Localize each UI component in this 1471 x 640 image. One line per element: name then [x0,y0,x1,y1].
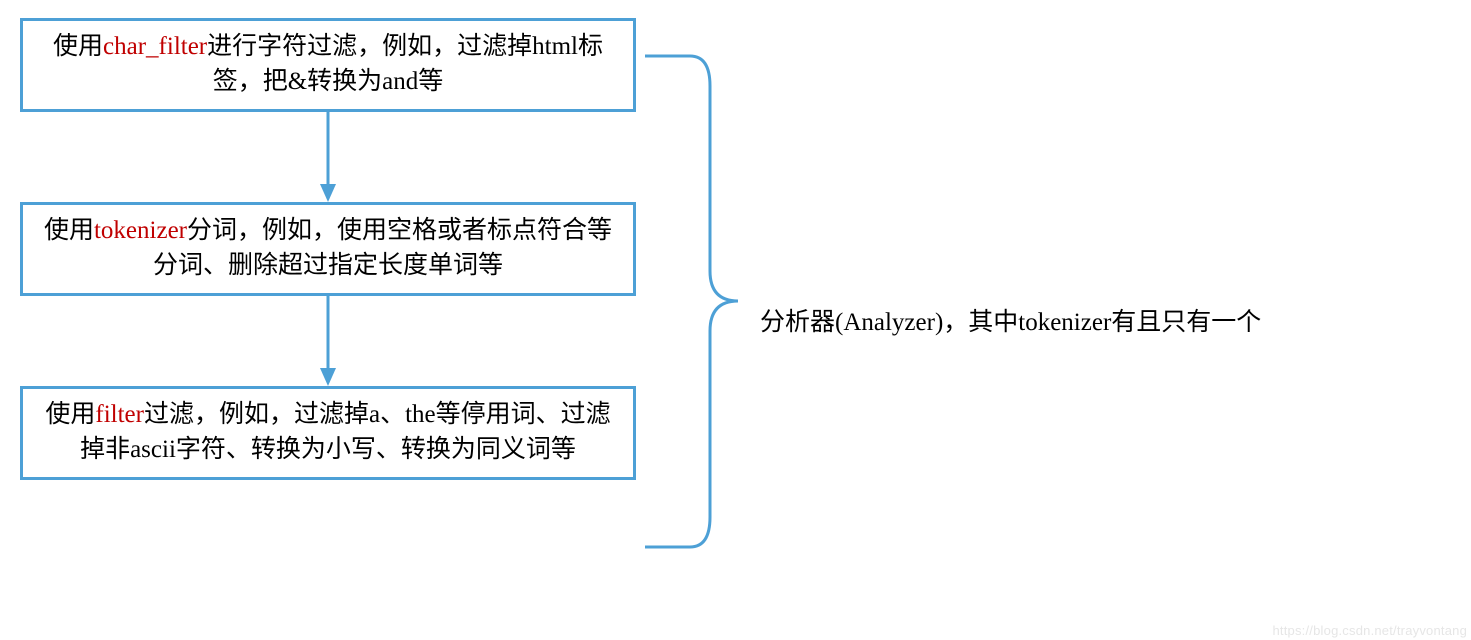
right-annotation-area: 分析器(Analyzer)，其中tokenizer有且只有一个 [640,0,1450,640]
arrow-down-1 [20,112,636,202]
watermark-text: https://blog.csdn.net/trayvontang [1273,623,1468,638]
arrow-down-icon [316,296,340,386]
step1-keyword: char_filter [103,33,207,60]
step1-prefix: 使用 [53,33,103,60]
step3-keyword: filter [95,401,144,428]
flowchart-column: 使用char_filter进行字符过滤，例如，过滤掉html标签，把&转换为an… [20,18,636,480]
step2-suffix: 分词，例如，使用空格或者标点符合等分词、删除超过指定长度单词等 [153,217,612,279]
step1-suffix: 进行字符过滤，例如，过滤掉html标签，把&转换为and等 [207,33,603,95]
step2-keyword: tokenizer [94,217,187,244]
step3-prefix: 使用 [45,401,95,428]
step-box-tokenizer: 使用tokenizer分词，例如，使用空格或者标点符合等分词、删除超过指定长度单… [20,202,636,296]
arrow-down-2 [20,296,636,386]
arrow-down-icon [316,112,340,202]
right-brace-icon [640,54,740,549]
step3-suffix: 过滤，例如，过滤掉a、the等停用词、过滤掉非ascii字符、转换为小写、转换为… [80,401,611,463]
step-box-filter: 使用filter过滤，例如，过滤掉a、the等停用词、过滤掉非ascii字符、转… [20,386,636,480]
analyzer-annotation: 分析器(Analyzer)，其中tokenizer有且只有一个 [760,302,1261,338]
step2-prefix: 使用 [44,217,94,244]
step-box-char-filter: 使用char_filter进行字符过滤，例如，过滤掉html标签，把&转换为an… [20,18,636,112]
